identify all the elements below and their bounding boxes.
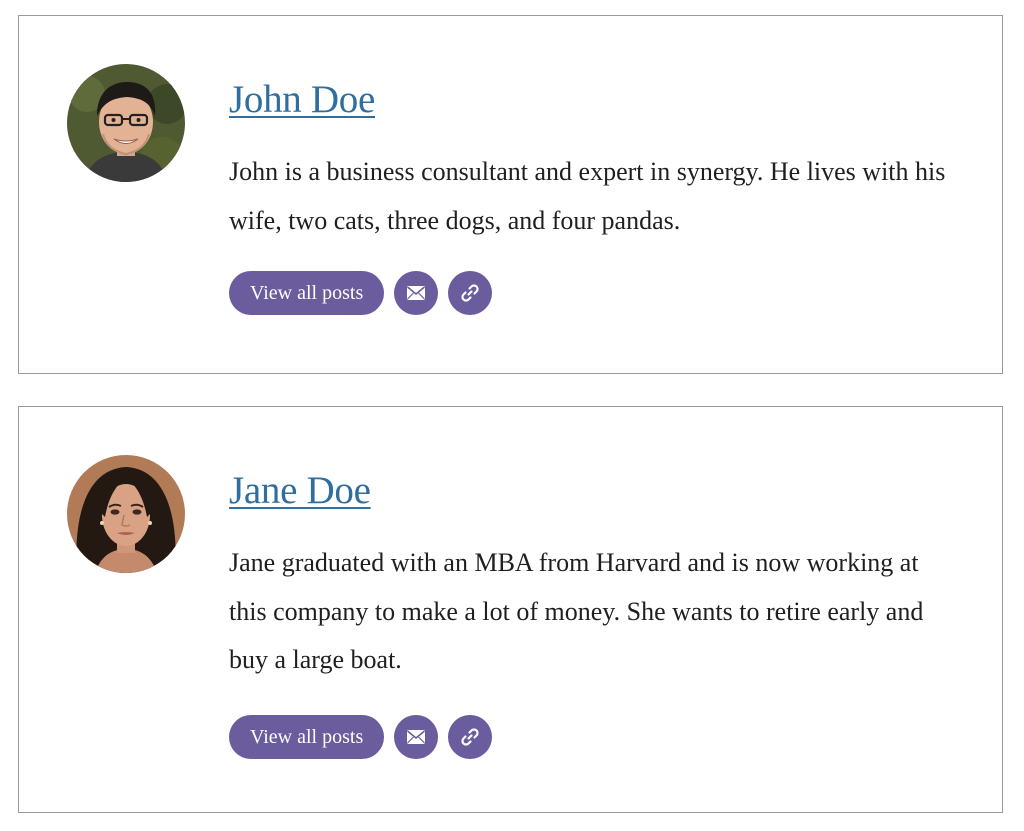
website-link-button[interactable] xyxy=(448,714,493,759)
author-actions: View all posts xyxy=(229,714,959,759)
author-content: John Doe John is a business consultant a… xyxy=(229,72,959,315)
author-name-link[interactable]: John Doe xyxy=(229,72,375,128)
email-button[interactable] xyxy=(394,714,439,759)
view-all-posts-button[interactable]: View all posts xyxy=(229,714,385,759)
author-name-link[interactable]: Jane Doe xyxy=(229,463,371,519)
email-icon xyxy=(407,729,426,744)
author-bio: John is a business consultant and expert… xyxy=(229,157,946,235)
email-icon xyxy=(407,286,426,300)
author-card: Jane Doe Jane graduated with an MBA from… xyxy=(18,406,1003,813)
author-avatar xyxy=(67,455,185,573)
email-button[interactable] xyxy=(394,271,439,315)
man-avatar-image xyxy=(67,64,185,182)
author-content: Jane Doe Jane graduated with an MBA from… xyxy=(229,463,959,759)
author-card: John Doe John is a business consultant a… xyxy=(18,15,1003,374)
view-all-posts-button[interactable]: View all posts xyxy=(229,271,385,315)
author-actions: View all posts xyxy=(229,271,959,315)
link-icon xyxy=(461,284,479,302)
link-icon xyxy=(461,727,479,746)
website-link-button[interactable] xyxy=(448,271,493,315)
woman-avatar-image xyxy=(67,455,185,573)
author-avatar xyxy=(67,64,185,182)
author-bio: Jane graduated with an MBA from Harvard … xyxy=(229,548,924,674)
